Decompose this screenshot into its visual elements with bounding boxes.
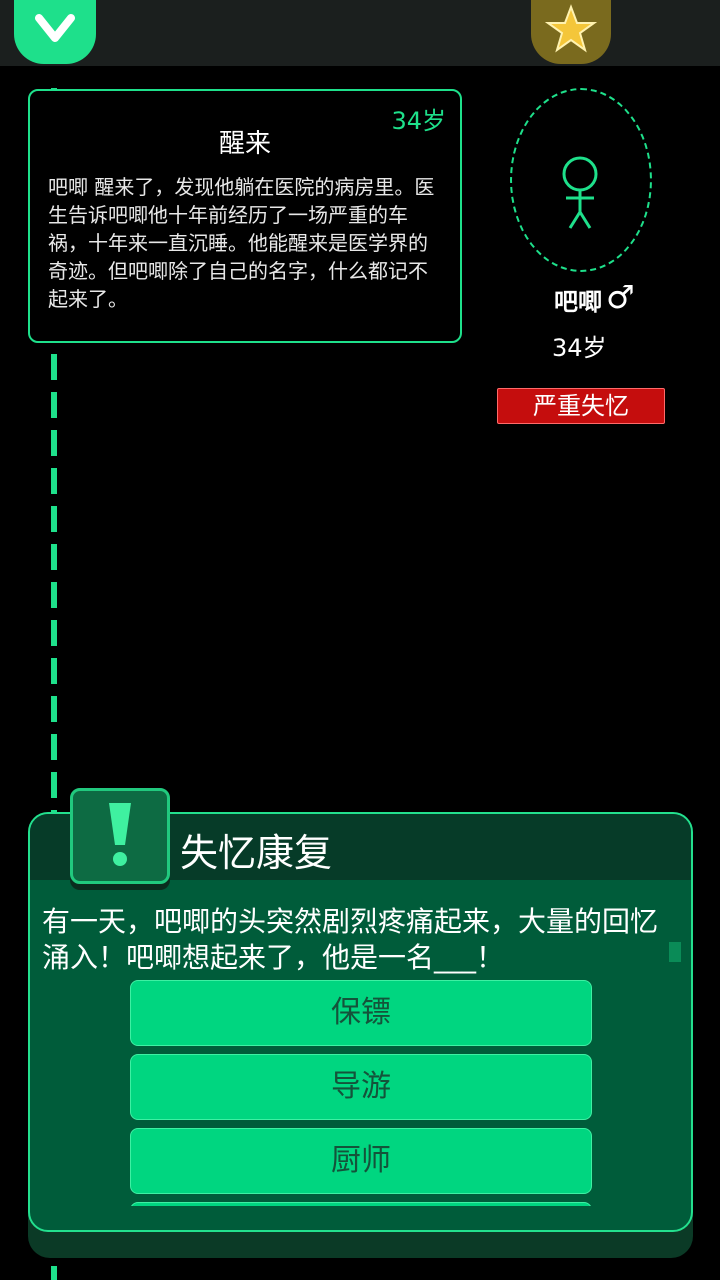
star-icon bbox=[545, 4, 597, 53]
event-card: 34岁 醒来 吧唧 醒来了，发现他躺在医院的病房里。医生告诉吧唧他十年前经历了一… bbox=[28, 89, 462, 343]
male-icon: ♂ bbox=[606, 278, 635, 316]
collapse-button[interactable] bbox=[14, 0, 96, 64]
option-button[interactable]: 保镖 bbox=[130, 980, 592, 1046]
dialog-question: 有一天，吧唧的头突然剧烈疼痛起来，大量的回忆涌入！吧唧想起来了，他是一名___！ bbox=[42, 905, 659, 974]
top-bar bbox=[0, 0, 720, 66]
alert-badge bbox=[70, 788, 170, 884]
scrollbar[interactable] bbox=[669, 942, 681, 962]
favorite-button[interactable] bbox=[531, 0, 611, 64]
character-name: 吧唧 bbox=[554, 288, 602, 316]
status-badge: 严重失忆 bbox=[497, 388, 665, 424]
option-button[interactable]: 导游 bbox=[130, 1054, 592, 1120]
chevron-down-icon bbox=[35, 14, 75, 42]
stick-figure-icon bbox=[562, 156, 598, 229]
option-list[interactable]: 保镖 导游 厨师 bbox=[130, 980, 592, 1206]
character-avatar[interactable] bbox=[510, 88, 652, 272]
event-title: 醒来 bbox=[218, 129, 271, 159]
character-age: 34岁 bbox=[552, 334, 607, 362]
option-button[interactable]: 厨师 bbox=[130, 1128, 592, 1194]
event-description: 吧唧 醒来了，发现他躺在医院的病房里。医生告诉吧唧他十年前经历了一场严重的车祸，… bbox=[48, 175, 435, 311]
exclamation-icon bbox=[109, 803, 131, 866]
dialog-title: 失忆康复 bbox=[180, 831, 333, 875]
option-button[interactable] bbox=[130, 1202, 592, 1206]
